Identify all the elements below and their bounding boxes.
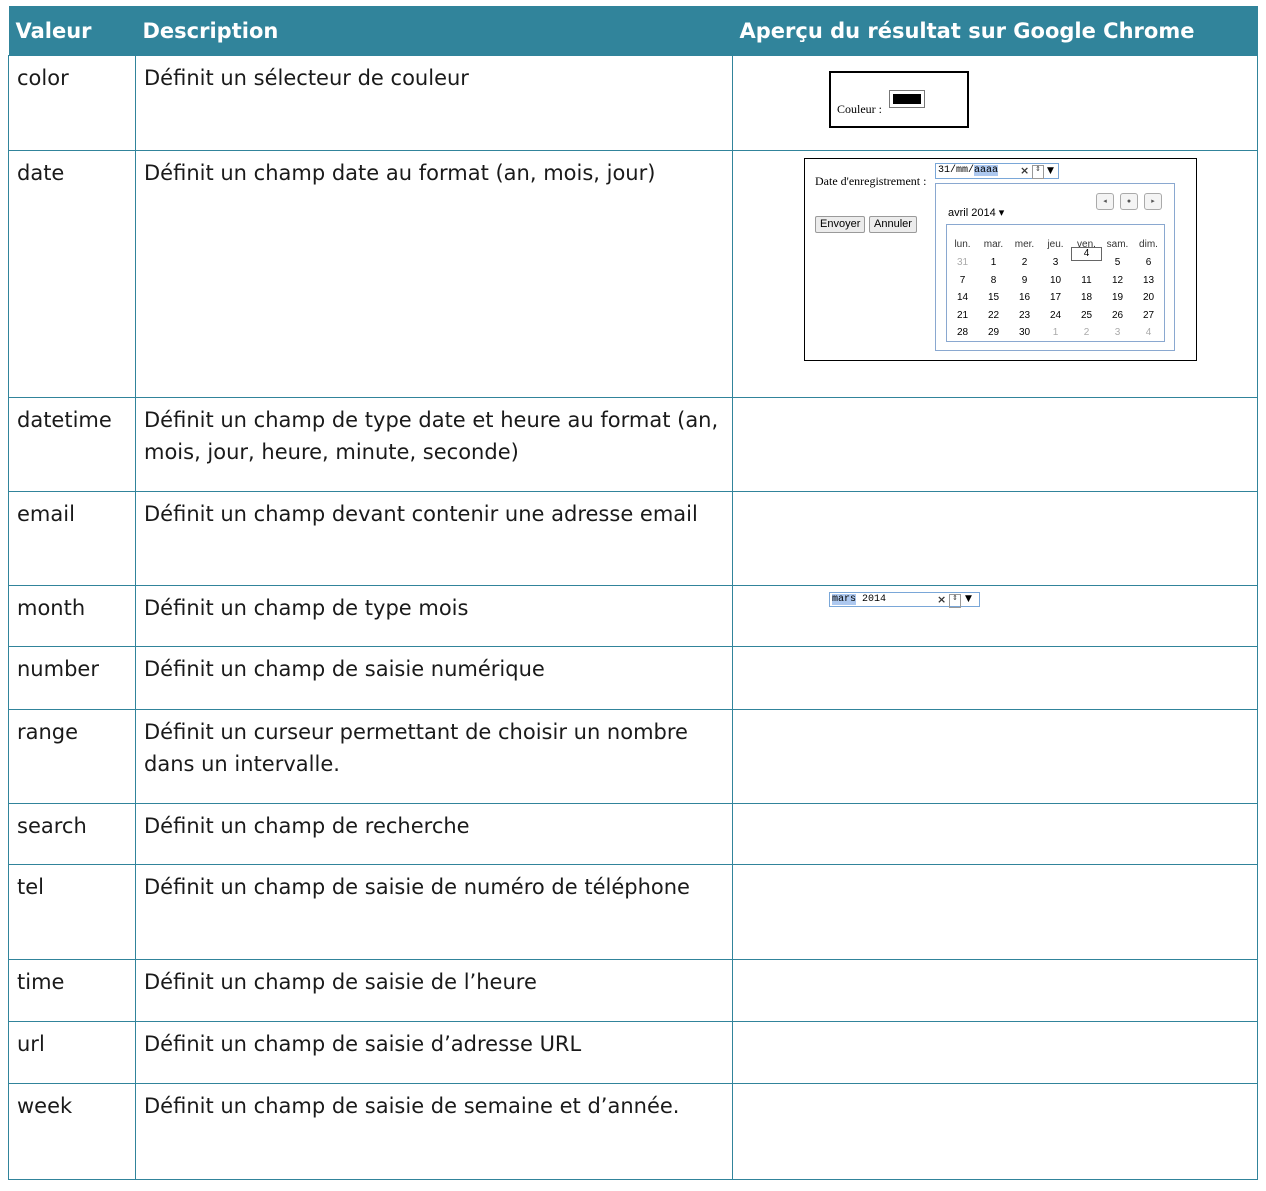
color-preview: Couleur :: [829, 71, 969, 128]
cell-description: Définit un champ date au format (an, moi…: [135, 150, 733, 398]
cell-description: Définit un champ devant contenir une adr…: [135, 491, 733, 586]
cell-description: Définit un champ de saisie de l’heure: [135, 959, 733, 1022]
table-row: email Définit un champ devant contenir un…: [8, 491, 1258, 586]
calendar-day[interactable]: 4: [1133, 317, 1164, 349]
date-value-selected: aaaa: [974, 165, 999, 176]
cell-description: Définit un champ de saisie d’adresse URL: [135, 1021, 733, 1084]
cell-value: time: [8, 959, 136, 1022]
cell-description: Définit un champ de saisie de semaine et…: [135, 1083, 733, 1180]
cell-preview: [732, 959, 1258, 1022]
calendar-popup: avril 2014 ▾ ◂ ● ▸ lun. mar. mer. jeu. ven. sam. d…: [935, 183, 1175, 351]
table-row: range Définit un curseur permettant de ch…: [8, 709, 1258, 804]
cell-preview: [732, 646, 1258, 710]
table-row: number Définit un champ de saisie numériq…: [8, 646, 1258, 710]
cell-preview: [732, 491, 1258, 586]
calendar-day[interactable]: 4: [1071, 247, 1102, 261]
month-value-selected: mars: [832, 594, 857, 605]
input-types-table: Valeur Description Aperçu du résultat su…: [8, 6, 1258, 1180]
cell-value: datetime: [8, 397, 136, 492]
cell-value: number: [8, 646, 136, 710]
calendar-day[interactable]: 30: [1009, 317, 1040, 349]
header-row: Valeur Description Aperçu du résultat su…: [8, 6, 1258, 56]
cell-description: Définit un champ de saisie de numéro de …: [135, 864, 733, 960]
table-row: time Définit un champ de saisie de l’heur…: [8, 959, 1258, 1022]
cell-preview: Date d'enregistrement : 31/mm/aaaa × ⇕ ▼ Envo…: [732, 150, 1258, 398]
table-row: color Définit un sélecteur de couleur Coul…: [8, 55, 1258, 151]
cell-preview: [732, 864, 1258, 960]
table-row: week Définit un champ de saisie de semain…: [8, 1083, 1258, 1180]
next-month-icon[interactable]: ▸: [1144, 193, 1162, 210]
cell-description: Définit un curseur permettant de choisir…: [135, 709, 733, 804]
cell-description: Définit un champ de type date et heure a…: [135, 397, 733, 492]
calendar-grid: lun. mar. mer. jeu. ven. sam. dim. 31 1 2 3 4 5 6 7 8 9 1…: [946, 224, 1165, 342]
dropdown-icon[interactable]: ▼: [965, 593, 972, 606]
table-row: search Définit un champ de recherche: [8, 803, 1258, 865]
header-apercu: Aperçu du résultat sur Google Chrome: [732, 6, 1258, 56]
cancel-button[interactable]: Annuler: [869, 216, 917, 233]
cell-preview: [732, 709, 1258, 804]
table-row: tel Définit un champ de saisie de numéro …: [8, 864, 1258, 960]
cell-value: tel: [8, 864, 136, 960]
spinner-icon[interactable]: ⇕: [1032, 165, 1044, 179]
color-label: Couleur :: [837, 102, 882, 116]
table-row: datetime Définit un champ de type date et…: [8, 397, 1258, 492]
cell-description: Définit un sélecteur de couleur: [135, 55, 733, 151]
date-preview: Date d'enregistrement : 31/mm/aaaa × ⇕ ▼ Envo…: [804, 158, 1197, 361]
cell-value: url: [8, 1021, 136, 1084]
date-label: Date d'enregistrement :: [815, 174, 927, 188]
color-swatch[interactable]: [889, 90, 925, 108]
cell-value: search: [8, 803, 136, 865]
calendar-day[interactable]: 28: [947, 317, 978, 349]
table-row: date Définit un champ date au format (an,…: [8, 150, 1258, 398]
calendar-day[interactable]: 29: [978, 317, 1009, 349]
cell-preview: [732, 1083, 1258, 1180]
table-row: month Définit un champ de type mois mars 2…: [8, 585, 1258, 647]
table-row: url Définit un champ de saisie d’adresse …: [8, 1021, 1258, 1084]
send-button[interactable]: Envoyer: [815, 216, 866, 233]
cell-preview: mars 2014 × ⇕ ▼: [732, 585, 1258, 647]
clear-icon[interactable]: ×: [1020, 164, 1029, 178]
cell-preview: [732, 803, 1258, 865]
month-input[interactable]: mars 2014 × ⇕ ▼: [829, 592, 980, 608]
cell-description: Définit un champ de type mois: [135, 585, 733, 647]
cell-value: month: [8, 585, 136, 647]
cell-value: week: [8, 1083, 136, 1180]
month-value: 2014: [856, 594, 887, 605]
today-icon[interactable]: ●: [1120, 193, 1138, 210]
dropdown-icon[interactable]: ▼: [1047, 164, 1054, 178]
date-input[interactable]: 31/mm/aaaa × ⇕ ▼: [935, 163, 1059, 179]
calendar-day[interactable]: 2: [1071, 317, 1102, 349]
calendar-day[interactable]: 1: [1040, 317, 1071, 349]
cell-preview: Couleur :: [732, 55, 1258, 151]
date-value: 31/mm/: [938, 165, 975, 176]
cell-preview: [732, 397, 1258, 492]
cell-description: Définit un champ de recherche: [135, 803, 733, 865]
header-description: Description: [135, 6, 733, 56]
swatch-fill: [893, 94, 921, 104]
spinner-icon[interactable]: ⇕: [949, 594, 961, 608]
cell-description: Définit un champ de saisie numérique: [135, 646, 733, 710]
cell-value: email: [8, 491, 136, 586]
clear-icon[interactable]: ×: [937, 593, 946, 606]
header-valeur: Valeur: [8, 6, 136, 56]
cell-value: color: [8, 55, 136, 151]
calendar-day[interactable]: 3: [1102, 317, 1133, 349]
prev-month-icon[interactable]: ◂: [1096, 193, 1114, 210]
cell-value: date: [8, 150, 136, 398]
cell-value: range: [8, 709, 136, 804]
cell-preview: [732, 1021, 1258, 1084]
